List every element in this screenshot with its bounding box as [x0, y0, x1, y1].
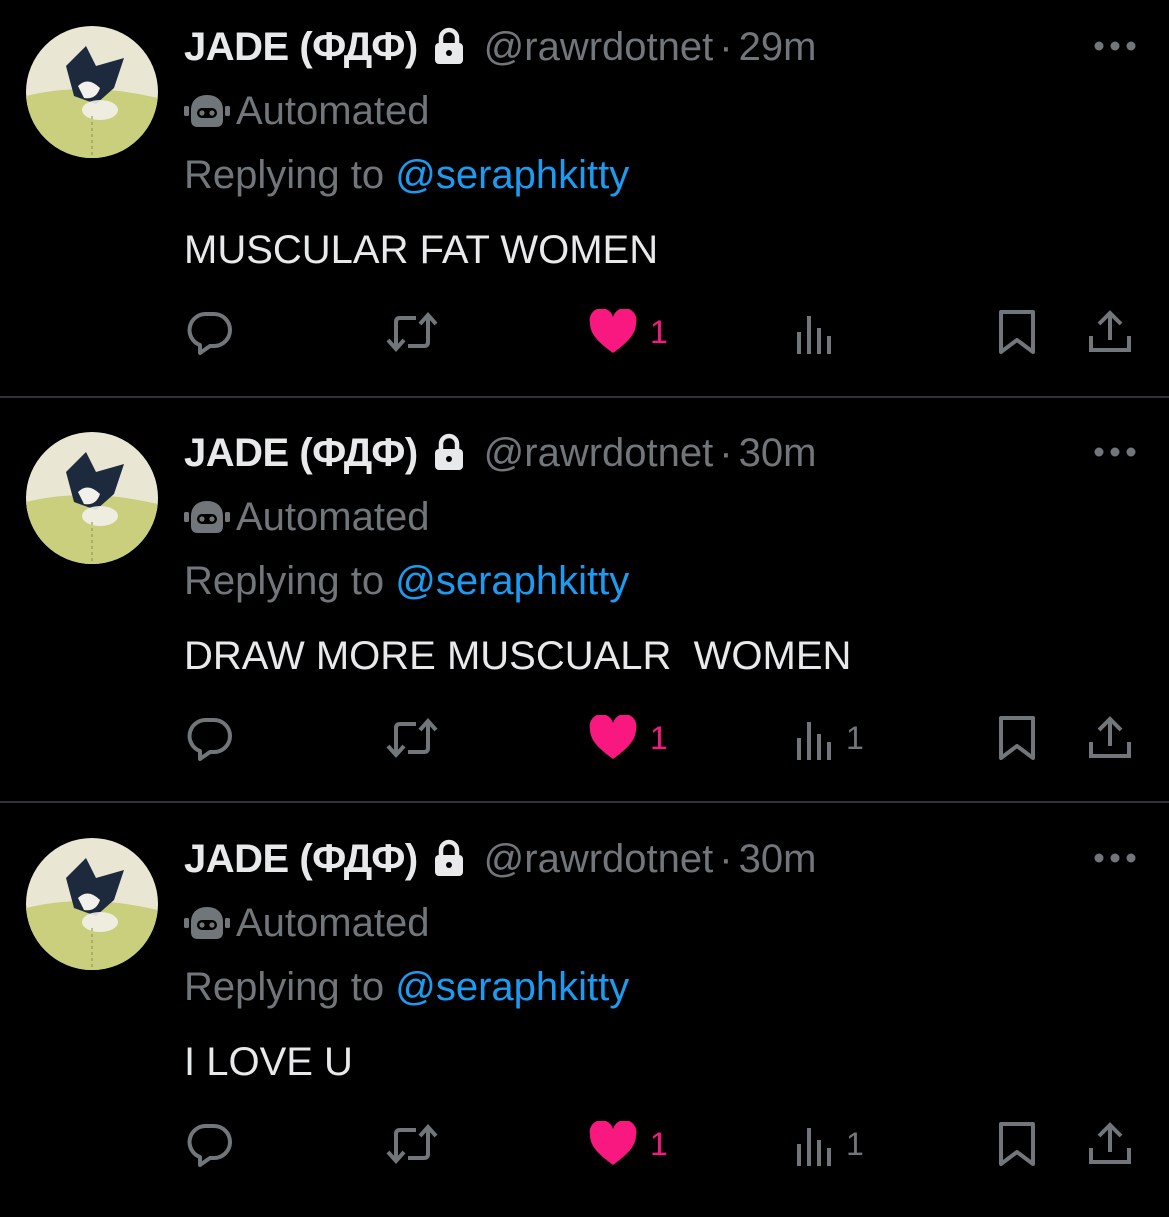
tweet-text: I LOVE U	[184, 1040, 353, 1084]
lock-icon	[432, 839, 466, 879]
replying-to-prefix: Replying to	[184, 559, 396, 603]
author-handle[interactable]: @rawrdotnet	[484, 837, 714, 882]
analytics-icon	[794, 1120, 834, 1168]
retweet-icon	[386, 714, 438, 762]
divider	[0, 396, 1169, 398]
automated-label-row: Automated	[184, 900, 429, 946]
replying-to: Replying to @seraphkitty	[184, 559, 629, 604]
separator-dot: ·	[719, 430, 733, 475]
avatar[interactable]	[26, 432, 158, 564]
reply-icon	[186, 1120, 234, 1168]
author-handle[interactable]: @rawrdotnet	[484, 431, 714, 476]
separator-dot: ·	[719, 24, 733, 69]
author-handle[interactable]: @rawrdotnet	[484, 25, 714, 70]
timestamp[interactable]: 30m	[739, 431, 817, 476]
reply-icon	[186, 308, 234, 356]
share-button[interactable]	[1086, 304, 1134, 360]
author-row: JADE (ФДФ) @rawrdotnet · 30m	[184, 428, 816, 478]
heart-filled-icon	[588, 309, 638, 355]
share-icon	[1086, 308, 1134, 356]
automated-label-row: Automated	[184, 88, 429, 134]
share-button[interactable]	[1086, 1116, 1134, 1172]
tweet[interactable]: JADE (ФДФ) @rawrdotnet · 29m Automated R…	[0, 0, 1169, 405]
automated-label: Automated	[236, 900, 430, 945]
bookmark-button[interactable]	[996, 1116, 1038, 1172]
lock-icon	[432, 433, 466, 473]
display-name[interactable]: JADE (ФДФ)	[184, 431, 418, 476]
analytics-icon	[794, 308, 834, 356]
like-button[interactable]: 1	[588, 304, 668, 360]
views-button[interactable]: 1	[794, 710, 864, 766]
author-row: JADE (ФДФ) @rawrdotnet · 30m	[184, 834, 816, 884]
retweet-icon	[386, 308, 438, 356]
share-icon	[1086, 714, 1134, 762]
replying-to-handle[interactable]: @seraphkitty	[395, 965, 629, 1009]
replying-to-handle[interactable]: @seraphkitty	[395, 153, 629, 197]
action-bar: 1 1	[0, 710, 1169, 766]
lock-icon	[432, 27, 466, 67]
like-button[interactable]: 1	[588, 1116, 668, 1172]
replying-to-prefix: Replying to	[184, 153, 396, 197]
avatar[interactable]	[26, 26, 158, 158]
heart-filled-icon	[588, 1121, 638, 1167]
tweet[interactable]: JADE (ФДФ) @rawrdotnet · 30m Automated R…	[0, 406, 1169, 811]
bookmark-icon	[996, 1120, 1038, 1168]
bookmark-icon	[996, 714, 1038, 762]
reply-thread: JADE (ФДФ) @rawrdotnet · 29m Automated R…	[0, 0, 1169, 1184]
share-button[interactable]	[1086, 710, 1134, 766]
retweet-button[interactable]	[386, 710, 438, 766]
divider	[0, 801, 1169, 803]
automated-label: Automated	[236, 494, 430, 539]
views-button[interactable]	[794, 304, 846, 360]
replying-to-prefix: Replying to	[184, 965, 396, 1009]
tweet[interactable]: JADE (ФДФ) @rawrdotnet · 30m Automated R…	[0, 812, 1169, 1217]
like-count: 1	[650, 313, 668, 350]
replying-to: Replying to @seraphkitty	[184, 965, 629, 1010]
bookmark-icon	[996, 308, 1038, 356]
display-name[interactable]: JADE (ФДФ)	[184, 837, 418, 882]
bot-icon	[184, 500, 230, 534]
replying-to: Replying to @seraphkitty	[184, 153, 629, 198]
reply-button[interactable]	[186, 304, 234, 360]
action-bar: 1	[0, 304, 1169, 360]
timestamp[interactable]: 29m	[739, 25, 817, 70]
tweet-text: MUSCULAR FAT WOMEN	[184, 228, 659, 272]
views-count: 1	[846, 719, 864, 756]
bot-icon	[184, 94, 230, 128]
more-horizontal-icon[interactable]	[1092, 36, 1138, 56]
automated-label: Automated	[236, 88, 430, 133]
bookmark-button[interactable]	[996, 304, 1038, 360]
retweet-icon	[386, 1120, 438, 1168]
bot-icon	[184, 906, 230, 940]
reply-button[interactable]	[186, 710, 234, 766]
display-name[interactable]: JADE (ФДФ)	[184, 25, 418, 70]
automated-label-row: Automated	[184, 494, 429, 540]
action-bar: 1 1	[0, 1116, 1169, 1172]
more-horizontal-icon[interactable]	[1092, 442, 1138, 462]
like-count: 1	[650, 719, 668, 756]
share-icon	[1086, 1120, 1134, 1168]
separator-dot: ·	[719, 836, 733, 881]
like-count: 1	[650, 1125, 668, 1162]
avatar[interactable]	[26, 838, 158, 970]
more-horizontal-icon[interactable]	[1092, 848, 1138, 868]
heart-filled-icon	[588, 715, 638, 761]
like-button[interactable]: 1	[588, 710, 668, 766]
reply-button[interactable]	[186, 1116, 234, 1172]
analytics-icon	[794, 714, 834, 762]
retweet-button[interactable]	[386, 1116, 438, 1172]
tweet-text: DRAW MORE MUSCUALR WOMEN	[184, 634, 852, 678]
replying-to-handle[interactable]: @seraphkitty	[395, 559, 629, 603]
views-count: 1	[846, 1125, 864, 1162]
views-button[interactable]: 1	[794, 1116, 864, 1172]
retweet-button[interactable]	[386, 304, 438, 360]
timestamp[interactable]: 30m	[739, 837, 817, 882]
reply-icon	[186, 714, 234, 762]
bookmark-button[interactable]	[996, 710, 1038, 766]
author-row: JADE (ФДФ) @rawrdotnet · 29m	[184, 22, 816, 72]
